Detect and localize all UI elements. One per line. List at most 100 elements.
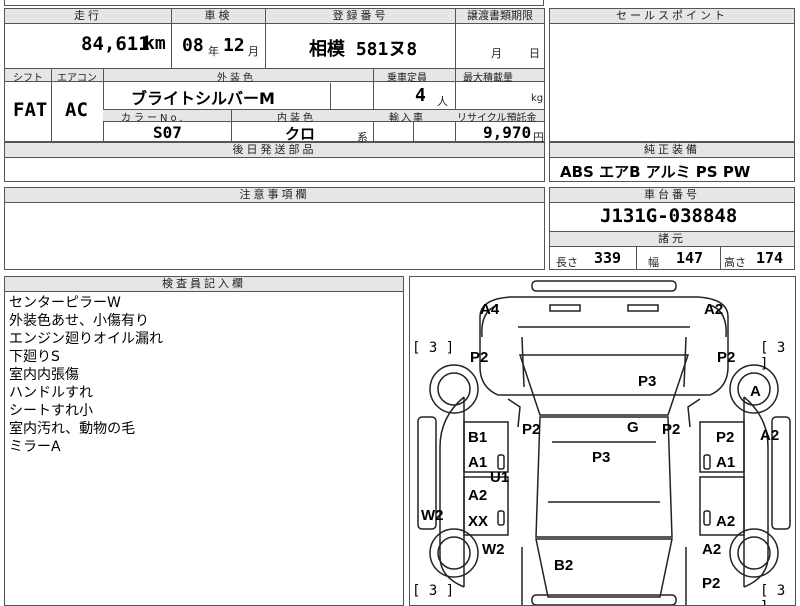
inspection-month: 12 (223, 35, 245, 56)
aircon-header: エアコン (57, 73, 97, 84)
bracket-value: [ 3 ] (760, 583, 786, 605)
recycle-value: 9,970 (483, 123, 532, 142)
interior-color-header: 内装色 (277, 113, 316, 124)
load-unit: kg (531, 93, 544, 104)
damage-mark: W2 (421, 507, 444, 524)
chassis-number: J131G-038848 (600, 205, 738, 227)
bracket-value: [ 3 ] (412, 583, 455, 599)
standard-equipment-header: 純正装備 (550, 143, 794, 158)
mileage-header: 走行 (5, 9, 171, 24)
damage-mark: U1 (490, 469, 510, 486)
shift-value: FAT (13, 99, 48, 121)
year-unit: 年 (208, 45, 219, 58)
row2-div-b (103, 69, 104, 141)
equipment-list: ABS エアB アルミ PS PW (560, 163, 751, 181)
vehicle-info-block: 走行 車検 登録番号 譲渡書類期限 84,611 km 08 年 12 月 相模… (4, 8, 545, 144)
damage-mark: A1 (468, 454, 488, 471)
height-label: 高さ (724, 256, 746, 269)
damage-mark: P2 (470, 349, 489, 366)
damage-mark: A2 (704, 301, 724, 318)
damage-mark: XX (468, 513, 489, 530)
damage-mark: W2 (482, 541, 505, 558)
dimensions-header: 諸元 (550, 231, 794, 247)
damage-mark: A (750, 383, 761, 400)
damage-mark: A4 (480, 301, 500, 318)
damage-diagram-section: [ 3 ] [ 3 ] [ 3 ] [ 3 ] A4 A2 P2 P2 P3 A… (409, 276, 796, 606)
notes-section: 注意事項欄 (4, 187, 545, 270)
chassis-header: 車台番号 (550, 188, 794, 203)
inspector-notes-section: 検査員記入欄 センターピラーW 外装色あせ、小傷有り エンジン廻りオイル漏れ 下… (4, 276, 404, 606)
remark-line: ミラーA (9, 439, 61, 455)
chassis-section: 車台番号 J131G-038848 諸元 長さ 339 幅 147 高さ 174 (549, 187, 795, 270)
mileage-unit: km (144, 33, 166, 54)
damage-mark: G (627, 419, 639, 436)
damage-mark: A2 (702, 541, 722, 558)
recycle-header: リサイクル預託金 (457, 113, 537, 124)
damage-mark: B2 (554, 557, 574, 574)
color-no-header: カラーNo. (121, 113, 186, 124)
top-partial-row (4, 0, 544, 6)
height-value: 174 (756, 249, 784, 267)
dim-div-b (720, 246, 721, 269)
damage-mark: P2 (717, 349, 736, 366)
damage-mark: P2 (522, 421, 541, 438)
remark-line: シートすれ小 (9, 403, 93, 419)
max-load-header: 最大積載量 (463, 73, 513, 84)
interior-color-value: クロ (285, 125, 316, 143)
row1-divider3 (455, 23, 456, 68)
remark-line: 下廻りS (9, 349, 60, 365)
exterior-color-value: ブライトシルバーM (131, 89, 275, 108)
remark-line: 室内汚れ、動物の毛 (9, 421, 136, 437)
row3-div-a (231, 109, 232, 141)
row2-div-c (330, 83, 331, 109)
reg-no-header: 登録番号 (265, 9, 455, 24)
capacity-value: 4 (415, 85, 426, 106)
sales-point-header: セールスポイント (550, 9, 794, 24)
color-no-value: S07 (153, 123, 182, 142)
damage-mark: B1 (468, 429, 488, 446)
inspection-header: 車検 (171, 9, 265, 24)
import-header: 輸入車 (389, 113, 425, 124)
damage-mark: A1 (716, 454, 736, 471)
remark-line: 外装色あせ、小傷有り (9, 313, 149, 329)
row3-div-b (413, 122, 414, 141)
sales-point-section: セールスポイント (549, 8, 795, 142)
capacity-header: 乗車定員 (387, 73, 427, 84)
remark-line: ハンドルすれ (9, 385, 93, 401)
capacity-unit: 人 (437, 95, 448, 108)
damage-mark: P2 (662, 421, 681, 438)
remark-line: センターピラーW (9, 295, 121, 311)
inspector-notes-header: 検査員記入欄 (5, 277, 403, 292)
damage-mark: A2 (760, 427, 780, 444)
damage-mark: P3 (592, 449, 611, 466)
damage-mark: P3 (638, 373, 657, 390)
bracket-value: [ 3 ] (760, 340, 786, 372)
later-parts-header: 後日発送部品 (5, 143, 544, 158)
dim-div-a (636, 246, 637, 269)
exterior-color-header: 外装色 (217, 73, 256, 84)
width-label: 幅 (648, 256, 659, 269)
shift-header: シフト (13, 73, 43, 84)
row2-div-a (51, 69, 52, 141)
month-unit: 月 (248, 45, 259, 58)
transfer-deadline-header: 譲渡書類期限 (455, 9, 544, 24)
length-label: 長さ (556, 256, 578, 269)
damage-mark: A2 (468, 487, 488, 504)
aircon-value: AC (65, 99, 88, 121)
deadline-month-label: 月 (491, 47, 502, 60)
remarks-list: センターピラーW 外装色あせ、小傷有り エンジン廻りオイル漏れ 下廻りS 室内内… (9, 294, 163, 456)
damage-mark: P2 (702, 575, 721, 592)
mileage-value: 84,611 (81, 33, 150, 55)
remark-line: 室内内張傷 (9, 367, 79, 383)
remark-line: エンジン廻りオイル漏れ (9, 331, 163, 347)
later-parts-section: 後日発送部品 (4, 142, 545, 182)
bracket-value: [ 3 ] (412, 340, 455, 356)
registration-number: 相模 581ヌ8 (309, 39, 418, 60)
row1-divider (171, 23, 172, 68)
row2-div-d (373, 69, 374, 141)
row1-divider2 (265, 23, 266, 68)
width-value: 147 (676, 249, 704, 267)
standard-equipment-section: 純正装備 ABS エアB アルミ PS PW (549, 142, 795, 182)
notes-header: 注意事項欄 (5, 188, 544, 203)
inspection-year: 08 (182, 35, 204, 56)
